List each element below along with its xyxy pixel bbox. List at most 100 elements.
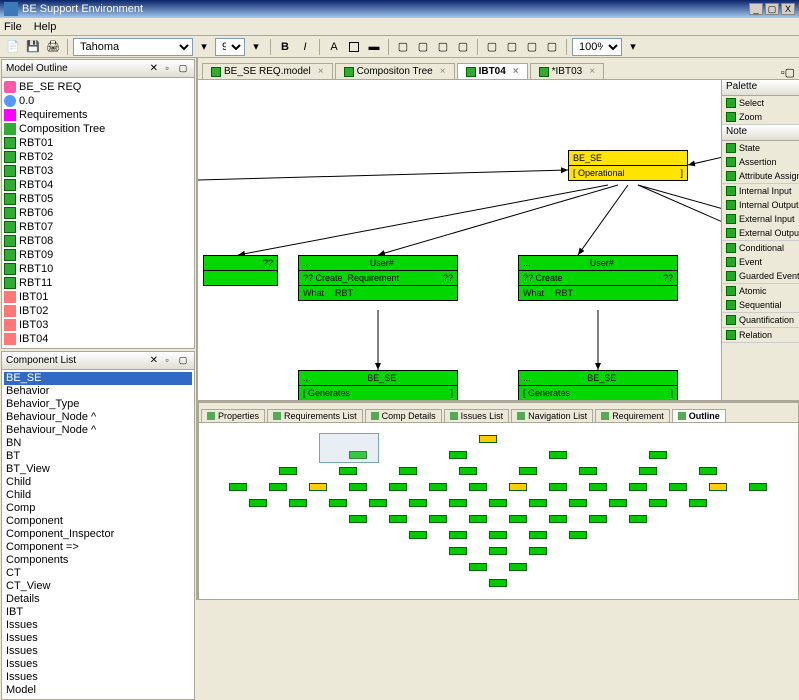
component-list-item[interactable]: Issues [4, 658, 192, 671]
zoom-dropdown-icon[interactable]: ▾ [624, 38, 642, 56]
pane-btn-icon[interactable]: ▫ [160, 354, 174, 368]
toolbar-btn-b[interactable]: ▢ [414, 38, 432, 56]
editor-tab[interactable]: *IBT03× [530, 63, 604, 79]
tree-version[interactable]: 0.0 [4, 94, 192, 108]
zoom-select[interactable]: 100% [572, 38, 622, 56]
palette-item[interactable]: Internal Input [722, 184, 799, 198]
palette-item[interactable]: Sequential [722, 298, 799, 312]
window-close-button[interactable]: X [781, 3, 795, 15]
component-list-item[interactable]: Issues [4, 632, 192, 645]
menu-file[interactable]: File [4, 21, 22, 33]
outline-overview[interactable] [199, 423, 798, 599]
component-list-item[interactable]: Behaviour_Node ^ [4, 411, 192, 424]
line-color-button[interactable]: ▬ [365, 38, 383, 56]
palette-item[interactable]: Quantification [722, 313, 799, 327]
menu-help[interactable]: Help [34, 21, 57, 33]
bottom-tab[interactable]: Comp Details [365, 409, 442, 422]
tree-rbt-item[interactable]: RBT03 [4, 164, 192, 178]
pane-maximize-icon[interactable]: ▢ [176, 62, 190, 76]
component-list-item[interactable]: CT_View [4, 580, 192, 593]
node-create-requirement[interactable]: ...User# ?? Create_Requirement?? WhatRBT [298, 255, 458, 301]
toolbar-btn-c[interactable]: ▢ [434, 38, 452, 56]
window-maximize-button[interactable]: ▢ [765, 3, 779, 15]
toolbar-print-icon[interactable]: 🖨 [44, 38, 62, 56]
node-generates-req-view[interactable]: ...BE_SE [ Generates] WhatRequirement_Vi… [298, 370, 458, 400]
fill-color-button[interactable] [345, 38, 363, 56]
editor-tab[interactable]: BE_SE REQ.model× [202, 63, 333, 79]
component-list-item[interactable]: Child [4, 489, 192, 502]
toolbar-btn-g[interactable]: ▢ [523, 38, 541, 56]
bottom-tab[interactable]: Issues List [444, 409, 510, 422]
window-minimize-button[interactable]: _ [749, 3, 763, 15]
component-list-item[interactable]: Issues [4, 619, 192, 632]
tab-close-icon[interactable]: × [440, 66, 446, 77]
palette-group-header[interactable]: Note [722, 125, 799, 141]
palette-item[interactable]: State [722, 141, 799, 155]
component-list-item[interactable]: BT_View [4, 463, 192, 476]
bottom-tab[interactable]: Properties [201, 409, 265, 422]
node-root[interactable]: BE_SE [ Operational] [568, 150, 688, 181]
palette-item[interactable]: External Output [722, 226, 799, 240]
tree-rbt-item[interactable]: RBT01 [4, 136, 192, 150]
palette-item[interactable]: Select [722, 96, 799, 110]
component-list-item[interactable]: Comp [4, 502, 192, 515]
tree-rbt-item[interactable]: RBT02 [4, 150, 192, 164]
palette-item[interactable]: Guarded Event [722, 269, 799, 283]
toolbar-btn-e[interactable]: ▢ [483, 38, 501, 56]
font-dropdown-icon[interactable]: ▾ [195, 38, 213, 56]
tree-rbt-item[interactable]: RBT06 [4, 206, 192, 220]
node-create[interactable]: ...User# ?? Create?? WhatRBT [518, 255, 678, 301]
tree-ibt-item[interactable]: IBT02 [4, 304, 192, 318]
font-size-select[interactable]: 9 [215, 38, 245, 56]
tree-root[interactable]: BE_SE REQ [4, 80, 192, 94]
component-list-item[interactable]: IBT [4, 606, 192, 619]
tree-ibt-item[interactable]: IBT03 [4, 318, 192, 332]
component-list-item[interactable]: Behaviour_Node ^ [4, 424, 192, 437]
tree-rbt-item[interactable]: RBT09 [4, 248, 192, 262]
pane-minimize-icon[interactable]: ▫ [160, 62, 174, 76]
pane-max-icon[interactable]: ▢ [176, 354, 190, 368]
component-list-item[interactable]: CT [4, 567, 192, 580]
viewport-indicator[interactable] [319, 433, 379, 463]
editor-tab[interactable]: IBT04× [457, 63, 528, 79]
tree-rbt-item[interactable]: RBT11 [4, 276, 192, 290]
palette-item[interactable]: Atomic [722, 284, 799, 298]
node-qq[interactable]: ?? [203, 255, 278, 286]
bottom-tab[interactable]: Navigation List [511, 409, 593, 422]
toolbar-new-icon[interactable]: 📄 [4, 38, 22, 56]
bottom-tab[interactable]: Outline [672, 409, 726, 422]
component-list-item[interactable]: BT [4, 450, 192, 463]
component-list-item[interactable]: Child [4, 476, 192, 489]
editor-tab[interactable]: Compositon Tree× [335, 63, 455, 79]
component-list-item[interactable]: BN [4, 437, 192, 450]
toolbar-btn-f[interactable]: ▢ [503, 38, 521, 56]
font-size-dropdown-icon[interactable]: ▾ [247, 38, 265, 56]
font-color-button[interactable]: A [325, 38, 343, 56]
font-name-select[interactable]: Tahoma [73, 38, 193, 56]
component-list-item[interactable]: Issues [4, 645, 192, 658]
tree-rbt-item[interactable]: RBT08 [4, 234, 192, 248]
tab-close-icon[interactable]: × [318, 66, 324, 77]
tree-ibt-item[interactable]: IBT04 [4, 332, 192, 346]
component-list-item[interactable]: Model [4, 684, 192, 697]
palette-item[interactable]: Internal Output [722, 198, 799, 212]
palette-item[interactable]: Assertion [722, 155, 799, 169]
palette-item[interactable]: Relation [722, 328, 799, 342]
bold-button[interactable]: B [276, 38, 294, 56]
tree-ibt-item[interactable]: IBT01 [4, 290, 192, 304]
palette-item[interactable]: Zoom [722, 110, 799, 124]
toolbar-btn-h[interactable]: ▢ [543, 38, 561, 56]
component-list-item[interactable]: Issues [4, 671, 192, 684]
tab-close-icon[interactable]: × [513, 66, 519, 77]
tree-rbt-item[interactable]: RBT05 [4, 192, 192, 206]
toolbar-btn-a[interactable]: ▢ [394, 38, 412, 56]
component-list-item[interactable]: Component_Inspector [4, 528, 192, 541]
tree-rbt-item[interactable]: RBT07 [4, 220, 192, 234]
palette-item[interactable]: Event [722, 255, 799, 269]
palette-item[interactable]: Attribute Assignment [722, 169, 799, 183]
palette-item[interactable]: External Input [722, 212, 799, 226]
toolbar-save-icon[interactable]: 💾 [24, 38, 42, 56]
component-list-item[interactable]: Behavior [4, 385, 192, 398]
tree-rbt-item[interactable]: RBT04 [4, 178, 192, 192]
bottom-tab[interactable]: Requirements List [267, 409, 363, 422]
